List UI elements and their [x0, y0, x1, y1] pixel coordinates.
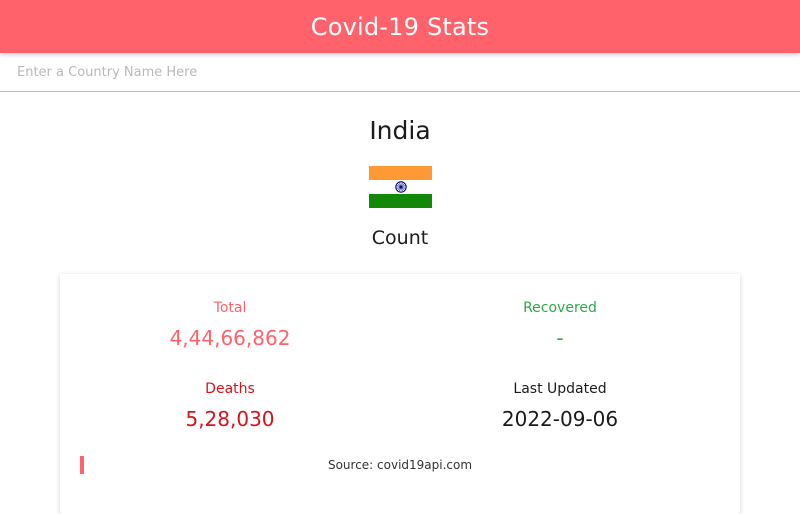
search-bar [0, 53, 800, 92]
stat-deaths: Deaths 5,28,030 [60, 381, 400, 431]
flag-white-band [369, 180, 432, 194]
stat-recovered: Recovered - [390, 300, 730, 350]
stat-total-value: 4,44,66,862 [169, 326, 291, 350]
stat-recovered-value: - [556, 326, 564, 350]
stat-total-label: Total [213, 300, 247, 316]
stat-last-updated-label: Last Updated [513, 381, 607, 397]
ashoka-chakra-icon [395, 181, 407, 193]
stat-deaths-label: Deaths [205, 381, 255, 397]
stat-recovered-label: Recovered [523, 300, 597, 316]
stat-last-updated-value: 2022-09-06 [501, 407, 619, 431]
country-name: India [369, 116, 431, 145]
stat-last-updated: Last Updated 2022-09-06 [390, 381, 730, 431]
app-title: Covid-19 Stats [310, 12, 490, 41]
country-search-input[interactable] [0, 53, 800, 91]
count-heading: Count [371, 227, 429, 249]
stat-deaths-value: 5,28,030 [185, 407, 275, 431]
flag-saffron-band [369, 166, 432, 180]
source-text: Source: covid19api.com [327, 458, 473, 472]
app-header: Covid-19 Stats [0, 0, 800, 53]
india-flag-icon [369, 166, 432, 208]
stats-card: Total 4,44,66,862 Recovered - Deaths 5,2… [60, 274, 740, 514]
stat-total: Total 4,44,66,862 [60, 300, 400, 350]
flag-green-band [369, 194, 432, 208]
